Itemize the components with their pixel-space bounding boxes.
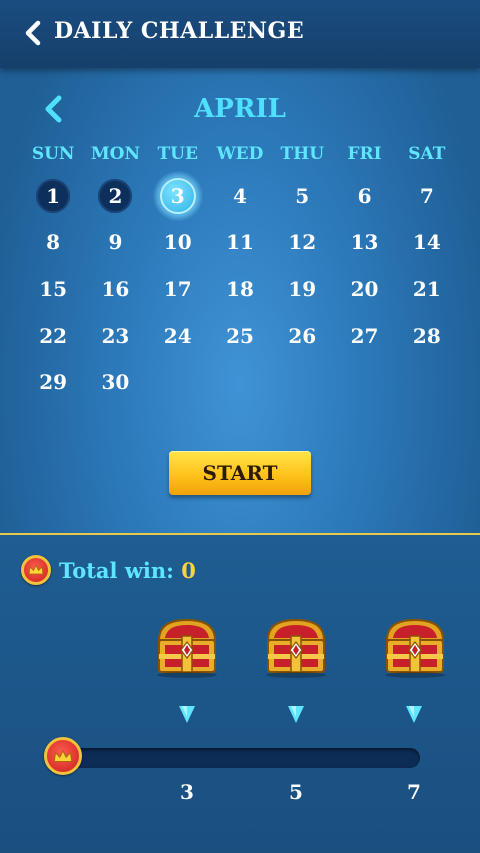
weekday-label: FRI	[347, 144, 382, 164]
calendar-day-number: 23	[101, 324, 130, 348]
milestone-label: 5	[289, 780, 303, 804]
calendar-day[interactable]: 8	[22, 222, 84, 262]
calendar-day-number: 8	[46, 230, 61, 254]
weekday-header-row: SUN MON TUE WED THU FRI SAT	[22, 144, 458, 164]
treasure-chest-icon[interactable]	[151, 614, 223, 678]
milestone-label: 3	[180, 780, 194, 804]
calendar-day-number: 16	[101, 277, 130, 301]
calendar-day[interactable]: 17	[147, 269, 209, 309]
progress-bar	[56, 748, 420, 768]
calendar-day[interactable]: 2	[84, 176, 146, 216]
milestone-marker-icon	[405, 704, 423, 724]
calendar-day[interactable]: 24	[147, 316, 209, 356]
progress-crown-icon	[44, 737, 82, 775]
calendar-week-row: 22 23 24 25 26 27 28	[22, 316, 458, 356]
total-win-text: Total win:	[59, 558, 174, 583]
calendar-day[interactable]: 22	[22, 316, 84, 356]
crown-icon	[21, 555, 51, 585]
calendar-day-number: 10	[163, 230, 192, 254]
calendar-day-number: 4	[233, 184, 247, 208]
header-bar: DAILY CHALLENGE	[0, 0, 480, 68]
calendar-day-number: 6	[357, 184, 372, 208]
milestone-marker-icon	[287, 704, 305, 724]
calendar-day-number: 17	[163, 277, 192, 301]
calendar-day-number: 7	[419, 184, 434, 208]
calendar-day[interactable]: 28	[396, 316, 458, 356]
treasure-chest-icon[interactable]	[260, 614, 332, 678]
calendar-day[interactable]: 10	[147, 222, 209, 262]
calendar-day[interactable]: 27	[333, 316, 395, 356]
calendar-day-number: 22	[39, 324, 68, 348]
calendar-day-number: 30	[101, 370, 130, 394]
calendar-day[interactable]: 6	[333, 176, 395, 216]
calendar-day[interactable]: 26	[271, 316, 333, 356]
calendar-day-number: 27	[350, 324, 379, 348]
calendar-day[interactable]: 29	[22, 362, 84, 402]
calendar-day[interactable]: 12	[271, 222, 333, 262]
weekday-label: TUE	[157, 144, 198, 164]
calendar-week-row: 8 9 10 11 12 13 14	[22, 222, 458, 262]
calendar-day[interactable]: 18	[209, 269, 271, 309]
calendar-day-number: 9	[108, 230, 123, 254]
calendar-day[interactable]: 13	[333, 222, 395, 262]
calendar-day-number: 13	[350, 230, 379, 254]
calendar-week-row: 29 30	[22, 362, 458, 402]
calendar-day[interactable]: 9	[84, 222, 146, 262]
calendar-day[interactable]: 30	[84, 362, 146, 402]
daily-challenge-screen: DAILY CHALLENGE APRIL SUN MON TUE WED THU FRI…	[0, 0, 480, 853]
calendar-day-number: 5	[295, 184, 310, 208]
milestone-marker-icon	[178, 704, 196, 724]
calendar-day-number: 20	[350, 277, 379, 301]
calendar-day[interactable]: 15	[22, 269, 84, 309]
weekday-label: SUN	[31, 144, 75, 164]
calendar-day[interactable]: 25	[209, 316, 271, 356]
calendar-week-row: 1 2 3 4 5 6 7	[22, 171, 458, 221]
weekday-label: MON	[90, 144, 140, 164]
back-button[interactable]	[18, 18, 48, 48]
calendar-day-number: 15	[39, 277, 68, 301]
calendar-day-number: 12	[288, 230, 317, 254]
month-title: APRIL	[194, 94, 286, 124]
milestone-label: 7	[407, 780, 421, 804]
calendar-day[interactable]: 5	[271, 176, 333, 216]
calendar-day-number: 1	[46, 184, 61, 208]
calendar-day-number: 21	[412, 277, 441, 301]
calendar-day-number: 19	[288, 277, 317, 301]
calendar-day[interactable]: 7	[396, 176, 458, 216]
calendar-day-number: 2	[108, 184, 123, 208]
calendar-day-number: 3	[170, 184, 185, 208]
total-win-label: Total win: 0	[59, 558, 196, 583]
calendar-day[interactable]: 4	[209, 176, 271, 216]
calendar-day[interactable]: 11	[209, 222, 271, 262]
calendar-day-number: 11	[226, 230, 254, 254]
calendar-day[interactable]: 16	[84, 269, 146, 309]
calendar-day[interactable]: 21	[396, 269, 458, 309]
calendar-day-number: 14	[412, 230, 441, 254]
calendar-day-today[interactable]: 3	[147, 171, 209, 221]
calendar-day[interactable]: 20	[333, 269, 395, 309]
calendar-day-number: 24	[163, 324, 192, 348]
page-title: DAILY CHALLENGE	[54, 18, 305, 44]
calendar-day-number: 26	[288, 324, 317, 348]
calendar-day[interactable]: 19	[271, 269, 333, 309]
total-win-value: 0	[181, 558, 196, 583]
calendar-day-number: 29	[39, 370, 68, 394]
calendar-day[interactable]: 23	[84, 316, 146, 356]
calendar-day[interactable]: 14	[396, 222, 458, 262]
weekday-label: SAT	[408, 144, 446, 164]
calendar-day-number: 25	[226, 324, 254, 348]
calendar-day-number: 28	[412, 324, 441, 348]
weekday-label: THU	[280, 144, 325, 164]
calendar-week-row: 15 16 17 18 19 20 21	[22, 269, 458, 309]
treasure-chest-icon[interactable]	[379, 614, 451, 678]
calendar-day[interactable]: 1	[22, 176, 84, 216]
start-button[interactable]: START	[169, 451, 311, 495]
weekday-label: WED	[216, 144, 264, 164]
calendar-day-number: 18	[226, 277, 254, 301]
chevron-left-icon	[25, 20, 41, 46]
